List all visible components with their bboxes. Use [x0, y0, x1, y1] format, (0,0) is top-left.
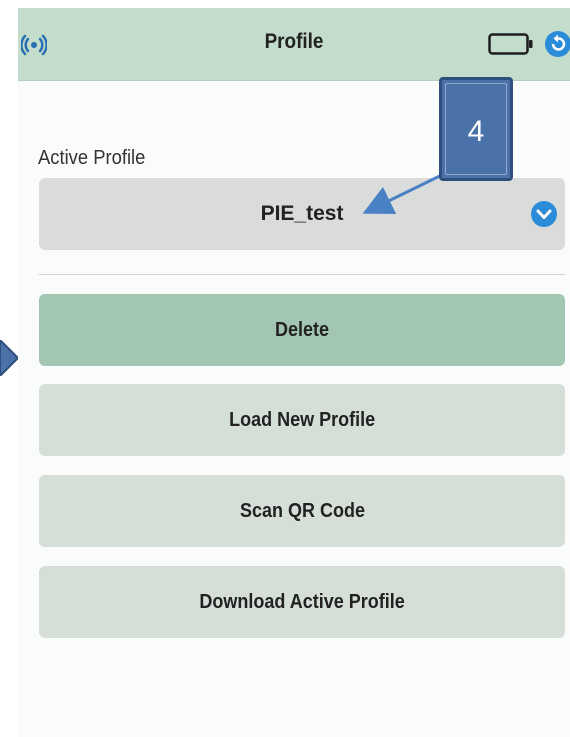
page-title: Profile: [264, 30, 324, 53]
active-profile-label: Active Profile: [38, 147, 146, 169]
app-header: Profile: [18, 8, 570, 81]
nfc-signal-icon[interactable]: [21, 30, 47, 56]
scan-qr-code-label: Scan QR Code: [239, 500, 365, 522]
delete-button-label: Delete: [274, 319, 330, 341]
callout-number: 4: [467, 115, 485, 148]
chevron-down-icon[interactable]: [530, 200, 558, 228]
screenshot-page: Profile Active Profile PIE_test Delete L…: [0, 0, 570, 737]
delete-button[interactable]: Delete: [39, 294, 565, 366]
back-icon[interactable]: [544, 30, 570, 58]
step-callout: 4: [439, 77, 513, 181]
load-new-profile-button[interactable]: Load New Profile: [39, 384, 565, 456]
download-active-profile-label: Download Active Profile: [199, 591, 405, 613]
load-new-profile-label: Load New Profile: [228, 409, 376, 431]
active-profile-select[interactable]: PIE_test: [39, 178, 565, 250]
section-divider: [39, 274, 565, 275]
active-profile-value: PIE_test: [260, 202, 344, 225]
battery-icon: [488, 33, 533, 55]
download-active-profile-button[interactable]: Download Active Profile: [39, 566, 565, 638]
scan-qr-code-button[interactable]: Scan QR Code: [39, 475, 565, 547]
